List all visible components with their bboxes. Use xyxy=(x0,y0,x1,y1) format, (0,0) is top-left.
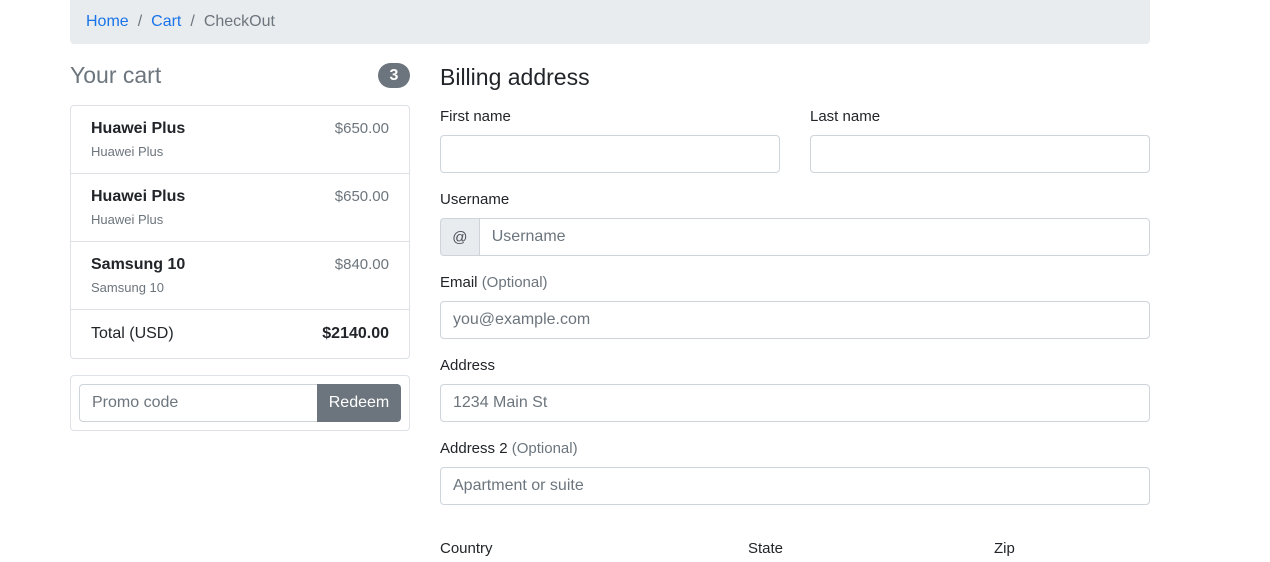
cart-item: Huawei Plus Huawei Plus $650.00 xyxy=(71,106,409,174)
cart-item-price: $840.00 xyxy=(334,256,389,273)
cart-heading: Your cart 3 xyxy=(70,62,410,89)
location-labels-row: Country State Zip xyxy=(440,540,1150,557)
cart-item-name: Huawei Plus xyxy=(91,188,186,205)
last-name-label: Last name xyxy=(810,108,881,125)
email-optional-text: (Optional) xyxy=(481,274,548,291)
email-label: Email (Optional) xyxy=(440,274,1150,291)
promo-code-input[interactable] xyxy=(79,384,317,422)
cart-item: Huawei Plus Huawei Plus $650.00 xyxy=(71,174,409,242)
redeem-button[interactable]: Redeem xyxy=(317,384,401,422)
address2-optional-text: (Optional) xyxy=(511,440,578,457)
address2-label: Address 2 (Optional) xyxy=(440,440,1150,457)
username-input-group: @ xyxy=(440,218,1150,256)
cart-title: Your cart xyxy=(70,62,162,88)
billing-form: Billing address First name Last name Use… xyxy=(440,62,1150,557)
cart-item-description: Huawei Plus xyxy=(91,212,164,227)
at-sign-addon: @ xyxy=(440,218,479,256)
first-name-label: First name xyxy=(440,108,511,125)
address-input[interactable] xyxy=(440,384,1150,422)
cart-total-amount: $2140.00 xyxy=(322,325,389,342)
breadcrumb-cart-link[interactable]: Cart xyxy=(151,13,181,31)
breadcrumb-separator: / xyxy=(190,13,195,30)
username-label: Username xyxy=(440,191,510,208)
cart-item-description: Huawei Plus xyxy=(91,144,164,159)
cart-item-name: Samsung 10 xyxy=(91,256,186,273)
cart-item-price: $650.00 xyxy=(334,188,389,205)
email-label-text: Email xyxy=(440,274,478,291)
zip-label: Zip xyxy=(994,540,1015,557)
cart-total-label: Total (USD) xyxy=(91,325,174,342)
last-name-input[interactable] xyxy=(810,135,1150,173)
cart-item-name: Huawei Plus xyxy=(91,120,186,137)
country-label: Country xyxy=(440,540,493,557)
cart-total-row: Total (USD) $2140.00 xyxy=(71,310,409,358)
cart-item-description: Samsung 10 xyxy=(91,280,164,295)
username-input[interactable] xyxy=(478,218,1150,256)
cart-item-price: $650.00 xyxy=(334,120,389,137)
promo-form: Redeem xyxy=(70,375,410,431)
address-label: Address xyxy=(440,357,496,374)
cart-count-badge: 3 xyxy=(378,63,410,88)
cart-item: Samsung 10 Samsung 10 $840.00 xyxy=(71,242,409,310)
breadcrumb-separator: / xyxy=(137,13,143,30)
first-name-input[interactable] xyxy=(440,135,780,173)
state-label: State xyxy=(748,540,784,557)
email-input[interactable] xyxy=(440,301,1150,339)
address2-input[interactable] xyxy=(440,467,1150,505)
address2-label-text: Address 2 xyxy=(440,440,508,457)
breadcrumb-current: CheckOut xyxy=(203,13,275,30)
billing-title: Billing address xyxy=(440,64,590,90)
breadcrumb-home-link[interactable]: Home xyxy=(86,13,129,31)
cart-list: Huawei Plus Huawei Plus $650.00 Huawei P… xyxy=(70,105,410,359)
breadcrumb: Home / Cart / CheckOut xyxy=(70,0,1150,44)
